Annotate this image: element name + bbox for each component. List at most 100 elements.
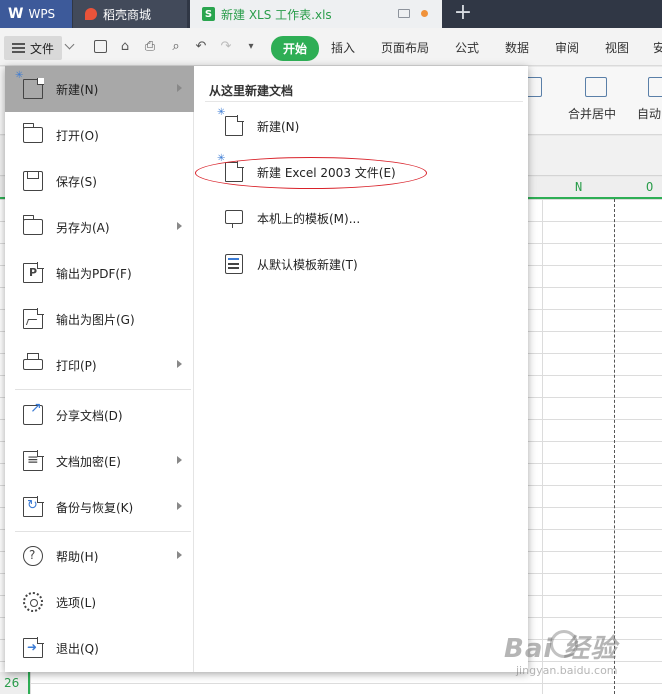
menu-separator — [15, 531, 191, 532]
menu-item-encrypt[interactable]: 文档加密(E) — [5, 438, 194, 484]
chevron-down-icon[interactable] — [64, 39, 75, 50]
help-icon — [23, 546, 43, 566]
menu-item-save[interactable]: 保存(S) — [5, 158, 194, 204]
menu-item-label: 备份与恢复(K) — [56, 501, 134, 515]
baidu-watermark: Bai 经验 jingyan.baidu.com — [498, 620, 648, 686]
menu-item-open[interactable]: 打开(O) — [5, 112, 194, 158]
tab-shop-label: 稻壳商城 — [103, 7, 152, 22]
submenu-arrow-icon — [177, 551, 182, 559]
tab-document[interactable]: S 新建 XLS 工作表.xls — [190, 0, 442, 28]
hamburger-icon — [12, 43, 25, 53]
image-icon — [23, 308, 44, 329]
menu-item-label: 分享文档(D) — [56, 409, 123, 423]
monitor-icon[interactable] — [398, 9, 410, 18]
menu-item-label: 另存为(A) — [56, 221, 110, 235]
auto-wrap-label[interactable]: 自动 — [637, 105, 661, 122]
menu-item-help[interactable]: 帮助(H) — [5, 533, 194, 579]
backup-icon — [23, 496, 44, 517]
print-quick-icon[interactable]: ⎙ — [142, 39, 158, 55]
highlight-oval — [195, 157, 427, 189]
menu-item-backup[interactable]: 备份与恢复(K) — [5, 484, 194, 530]
align-icon[interactable] — [526, 77, 542, 97]
new-submenu-title: 从这里新建文档 — [209, 84, 294, 98]
menu-bar: 文件 ⌂ ⎙ ⌕ ↶ ↷ ▾ 开始 插入 页面布局 公式 数据 审阅 视图 安 — [0, 28, 662, 66]
new-doc-icon — [15, 70, 44, 99]
wps-logo-icon: W — [8, 6, 24, 22]
folder-icon — [22, 123, 43, 143]
title-tab-bar: W WPS 稻壳商城 S 新建 XLS 工作表.xls + — [0, 0, 662, 28]
unsaved-dot-icon — [421, 10, 428, 17]
new-tab-button[interactable]: + — [452, 1, 474, 27]
tab-security[interactable]: 安 — [653, 39, 662, 56]
new-submenu-panel: 从这里新建文档 新建(N) 新建 Excel 2003 文件(E) 本机上的模板… — [195, 66, 528, 672]
row-header-26[interactable]: 26 — [0, 672, 30, 694]
submenu-item-label: 本机上的模板(M)... — [257, 212, 361, 226]
menu-item-label: 保存(S) — [56, 175, 97, 189]
menu-item-export-pdf[interactable]: 输出为PDF(F) — [5, 250, 194, 296]
menu-item-label: 输出为图片(G) — [56, 313, 135, 327]
menu-item-label: 选项(L) — [56, 596, 97, 610]
gear-icon — [23, 592, 43, 612]
docer-icon — [85, 8, 97, 20]
tab-review[interactable]: 审阅 — [555, 39, 579, 56]
tab-insert[interactable]: 插入 — [331, 39, 355, 56]
tab-page-layout[interactable]: 页面布局 — [381, 39, 429, 56]
format-painter-icon[interactable]: ⌂ — [117, 39, 133, 55]
submenu-item-local-templates[interactable]: 本机上的模板(M)... — [195, 198, 528, 238]
menu-item-new[interactable]: 新建(N) — [5, 66, 194, 112]
menu-separator — [205, 101, 523, 102]
tab-view[interactable]: 视图 — [605, 39, 629, 56]
file-menu-dropdown: 新建(N) 打开(O) 保存(S) 另存为(A) 输出为PDF(F) 输出为图片… — [5, 66, 528, 672]
save-quick-icon[interactable] — [94, 40, 107, 53]
tab-data[interactable]: 数据 — [505, 39, 529, 56]
menu-separator — [15, 389, 191, 390]
file-menu-label: 文件 — [30, 41, 55, 56]
auto-wrap-icon[interactable] — [648, 77, 662, 97]
redo-icon[interactable]: ↷ — [218, 39, 234, 55]
merge-center-label[interactable]: 合并居中 — [568, 105, 616, 122]
print-icon — [23, 353, 43, 370]
menu-item-label: 帮助(H) — [56, 550, 99, 564]
tab-formulas[interactable]: 公式 — [455, 39, 479, 56]
submenu-item-label: 从默认模板新建(T) — [257, 258, 358, 272]
share-icon — [23, 400, 43, 425]
menu-item-exit[interactable]: 退出(Q) — [5, 625, 194, 671]
tab-document-label: 新建 XLS 工作表.xls — [221, 7, 332, 22]
tab-home[interactable]: 开始 — [271, 36, 320, 61]
menu-item-label: 文档加密(E) — [56, 455, 121, 469]
menu-item-share[interactable]: 分享文档(D) — [5, 392, 194, 438]
menu-item-options[interactable]: 选项(L) — [5, 579, 194, 625]
undo-icon[interactable]: ↶ — [193, 39, 209, 55]
exit-icon — [23, 637, 44, 658]
file-menu-button[interactable]: 文件 — [4, 36, 62, 60]
merge-center-icon[interactable] — [585, 77, 607, 97]
menu-item-label: 退出(Q) — [56, 642, 99, 656]
template-icon — [225, 254, 243, 274]
watermark-url: jingyan.baidu.com — [516, 664, 618, 677]
customize-quick-access-icon[interactable]: ▾ — [243, 39, 259, 55]
tab-docer-shop[interactable]: 稻壳商城 — [73, 0, 187, 28]
menu-item-label: 打开(O) — [56, 129, 99, 143]
menu-item-label: 打印(P) — [56, 359, 97, 373]
tab-wps-home[interactable]: W WPS — [0, 0, 72, 28]
menu-item-save-as[interactable]: 另存为(A) — [5, 204, 194, 250]
new-doc-icon — [217, 107, 244, 136]
save-icon — [23, 171, 43, 191]
tab-wps-label: WPS — [28, 7, 56, 21]
menu-item-export-image[interactable]: 输出为图片(G) — [5, 296, 194, 342]
submenu-item-default-template[interactable]: 从默认模板新建(T) — [195, 244, 528, 284]
file-menu-left-column: 新建(N) 打开(O) 保存(S) 另存为(A) 输出为PDF(F) 输出为图片… — [5, 66, 194, 672]
column-header-o[interactable]: O — [646, 180, 653, 194]
watermark-main: Bai 经验 — [504, 634, 618, 664]
submenu-arrow-icon — [177, 456, 182, 464]
encrypt-icon — [23, 450, 44, 471]
column-header-n[interactable]: N — [575, 180, 582, 194]
menu-item-print[interactable]: 打印(P) — [5, 342, 194, 388]
print-preview-icon[interactable]: ⌕ — [168, 39, 184, 55]
monitor-template-icon — [225, 210, 243, 228]
menu-item-label: 输出为PDF(F) — [56, 267, 132, 281]
submenu-item-new[interactable]: 新建(N) — [195, 106, 528, 146]
submenu-arrow-icon — [177, 360, 182, 368]
submenu-arrow-icon — [177, 502, 182, 510]
spreadsheet-icon: S — [202, 7, 215, 21]
